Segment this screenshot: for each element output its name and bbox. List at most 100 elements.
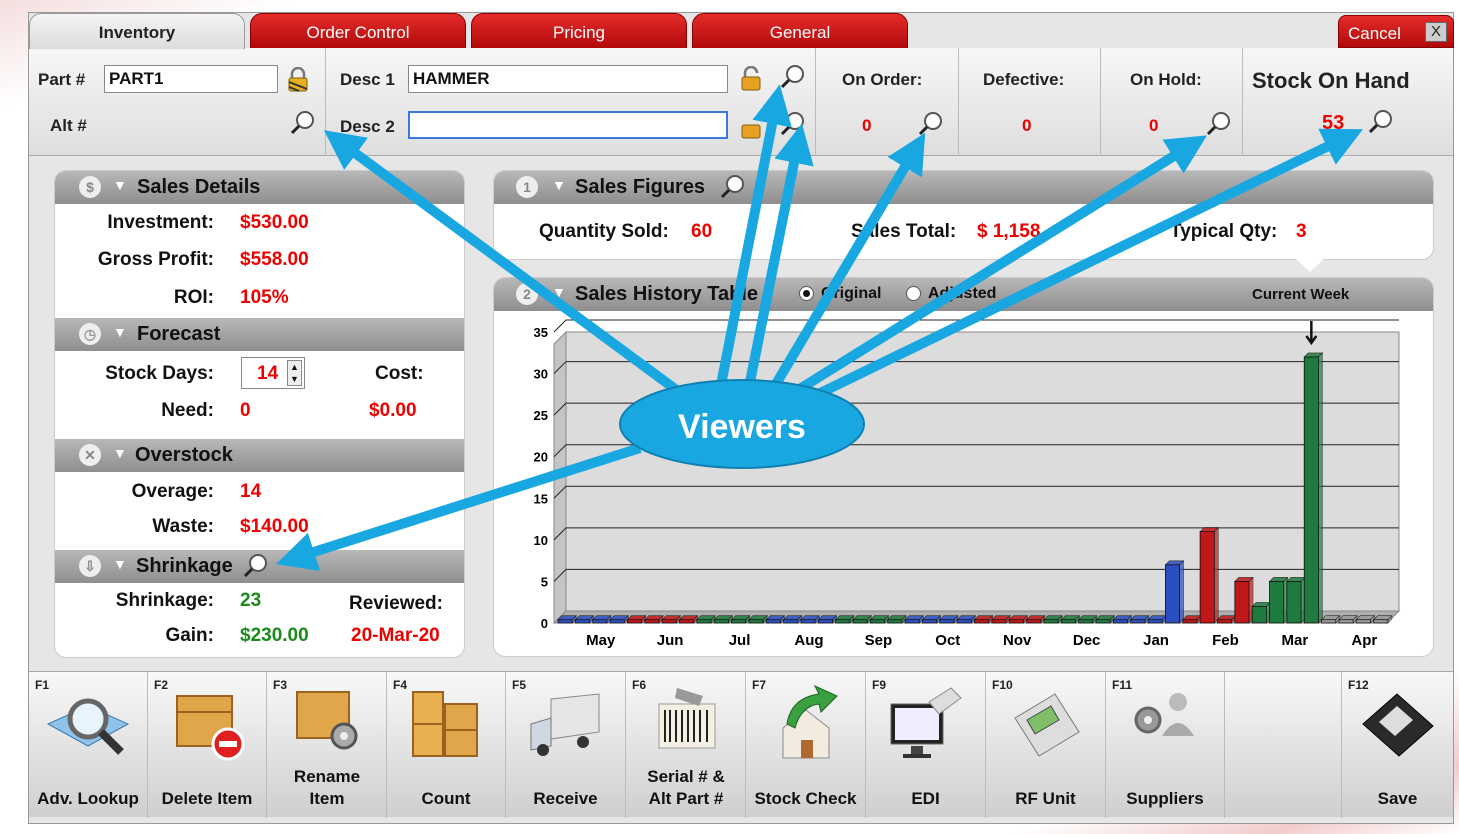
desc1-field[interactable]: HAMMER <box>408 65 728 93</box>
shrinkage-header[interactable]: ⇩ ▼ Shrinkage <box>55 550 464 583</box>
forecast-header[interactable]: ◷ ▼ Forecast <box>55 318 464 351</box>
f9-edi-button[interactable]: F9 EDI <box>866 672 986 818</box>
tab-order-control[interactable]: Order Control <box>250 13 466 49</box>
gain-value: $230.00 <box>240 625 309 646</box>
collapse-triangle-icon[interactable]: ▼ <box>552 177 566 193</box>
stock-on-hand-label: Stock On Hand <box>1252 68 1410 93</box>
floppy-disk-icon <box>1361 693 1434 757</box>
cancel-button[interactable]: Cancel X <box>1338 15 1454 48</box>
tab-general[interactable]: General <box>692 13 908 49</box>
cost-value: $0.00 <box>369 400 417 421</box>
f3-rename-item-button[interactable]: F3 Rename Item <box>267 672 387 818</box>
chart-bar <box>835 619 851 624</box>
roi-label: ROI: <box>173 287 214 308</box>
fkey-caption: EDI <box>911 789 940 808</box>
original-radio[interactable] <box>799 286 814 301</box>
sales-history-title: Sales History Table <box>575 283 759 305</box>
overstock-title: Overstock <box>135 444 233 466</box>
unlock-icon[interactable] <box>740 114 762 140</box>
tab-pricing[interactable]: Pricing <box>471 13 687 49</box>
unlock-icon[interactable] <box>740 66 762 92</box>
sales-figures-header[interactable]: 1 ▼ Sales Figures <box>494 171 1433 204</box>
dollar-icon: $ <box>79 176 101 198</box>
chart-bar <box>1147 619 1163 624</box>
desc1-viewer-magnifier-icon[interactable] <box>780 64 806 90</box>
chart-bar <box>922 619 938 624</box>
part-number-field[interactable]: PART1 <box>104 65 278 93</box>
quantity-sold-value: 60 <box>691 221 713 242</box>
chart-bar <box>765 619 781 624</box>
collapse-triangle-icon[interactable]: ▼ <box>113 177 127 193</box>
fkey-caption: Adv. Lookup <box>37 789 139 808</box>
chart-bar <box>748 619 764 624</box>
barcode-scanner-icon <box>658 688 715 749</box>
on-hold-viewer-magnifier-icon[interactable] <box>1206 111 1232 137</box>
collapse-triangle-icon[interactable]: ▼ <box>113 324 127 340</box>
shrinkage-value: 23 <box>240 590 262 611</box>
sales-figures-viewer-magnifier-icon[interactable] <box>720 174 746 200</box>
cost-label: Cost: <box>375 363 424 384</box>
chart-bar <box>627 619 643 624</box>
y-tick-label: 15 <box>534 491 548 506</box>
chart-bar <box>783 619 799 624</box>
chart-bar <box>852 619 868 624</box>
f1-adv-lookup-button[interactable]: F1 Adv. Lookup <box>29 672 148 818</box>
alt-label: Alt # <box>50 116 87 135</box>
on-order-viewer-magnifier-icon[interactable] <box>918 111 944 137</box>
f11-suppliers-button[interactable]: F11 Suppliers <box>1106 672 1225 818</box>
x-tick-label: Jul <box>729 632 751 649</box>
sales-history-chart: 0 5 10 15 20 25 30 35 May Jun Jul Aug Sep Oct Nov Dec Ja… <box>534 319 1401 649</box>
shrinkage-viewer-magnifier-icon[interactable] <box>243 553 269 579</box>
lock-icon[interactable] <box>287 67 309 93</box>
chart-bar <box>904 619 920 624</box>
sales-figures-title: Sales Figures <box>575 176 706 198</box>
gain-label: Gain: <box>165 625 214 646</box>
f10-rf-unit-button[interactable]: F10 RF Unit <box>986 672 1106 818</box>
desc2-field[interactable] <box>408 111 728 139</box>
chart-bar <box>1199 531 1215 624</box>
f7-stock-check-button[interactable]: F7 Stock Check <box>746 672 866 818</box>
close-icon[interactable]: X <box>1425 22 1447 42</box>
y-tick-label: 0 <box>541 616 548 631</box>
chart-bar <box>1355 619 1371 624</box>
roi-value: 105% <box>240 287 289 308</box>
f12-save-button[interactable]: F12 Save <box>1342 672 1453 818</box>
alt-viewer-magnifier-icon[interactable] <box>290 110 316 136</box>
y-tick-label: 5 <box>541 574 548 589</box>
function-key-toolbar: F1 Adv. Lookup F2 Delete Item F3 Rename … <box>29 671 1453 818</box>
stock-days-spinner[interactable]: 14 ▲ ▼ <box>241 357 305 389</box>
overstock-header[interactable]: ✕ ▼ Overstock <box>55 439 464 472</box>
on-hold-label: On Hold: <box>1130 70 1202 89</box>
sales-history-header[interactable]: 2 ▼ Sales History Table Original Adjuste… <box>494 278 1433 311</box>
spinner-arrows-icon[interactable]: ▲ ▼ <box>287 360 302 386</box>
box-gears-icon <box>295 691 357 750</box>
chart-bar <box>991 619 1007 624</box>
chart-bar <box>939 619 955 624</box>
sales-details-header[interactable]: $ ▼ Sales Details <box>55 171 464 204</box>
current-week-pointer <box>1295 258 1325 272</box>
chart-bar <box>644 619 660 624</box>
chart-bar-side <box>1318 352 1323 624</box>
chart-bar <box>696 619 712 624</box>
overage-value: 14 <box>240 481 262 502</box>
stock-viewer-magnifier-icon[interactable] <box>1368 109 1394 135</box>
f2-delete-item-button[interactable]: F2 Delete Item <box>148 672 267 818</box>
tab-inventory[interactable]: Inventory <box>29 13 245 49</box>
y-tick-label: 30 <box>534 367 548 382</box>
f4-count-button[interactable]: F4 Count <box>387 672 506 818</box>
typical-qty-label: Typical Qty: <box>1170 221 1278 242</box>
reviewed-date: 20-Mar-20 <box>351 625 440 646</box>
chart-bar <box>1060 619 1076 624</box>
adjusted-radio[interactable] <box>906 286 921 301</box>
collapse-triangle-icon[interactable]: ▼ <box>113 445 127 461</box>
fkey-caption: Stock Check <box>754 789 857 808</box>
desc2-viewer-magnifier-icon[interactable] <box>780 111 806 137</box>
collapse-triangle-icon[interactable]: ▼ <box>552 284 566 300</box>
chart-bar <box>609 619 625 624</box>
house-arrow-icon <box>782 684 838 759</box>
fkey-caption: Count <box>421 789 471 808</box>
collapse-triangle-icon[interactable]: ▼ <box>113 556 127 572</box>
f6-serial-alt-part-button[interactable]: F6 Serial # & Alt Part # <box>626 672 746 818</box>
f5-receive-button[interactable]: F5 Receive <box>506 672 626 818</box>
chart-bar <box>1286 581 1302 624</box>
